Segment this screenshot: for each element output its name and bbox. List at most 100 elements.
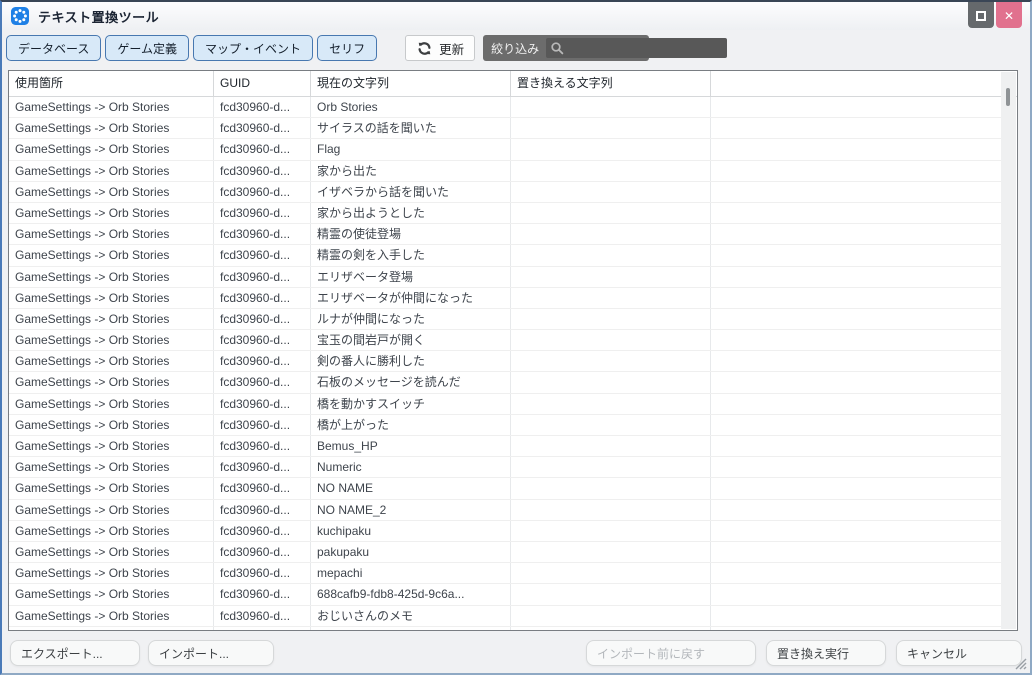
cell-guid[interactable]: fcd30960-d... — [214, 627, 311, 630]
table-row[interactable]: GameSettings -> Orb Storiesfcd30960-d...… — [9, 436, 1002, 457]
cell-current[interactable]: Shi — [311, 627, 511, 630]
cell-current[interactable]: Numeric — [311, 457, 511, 477]
cell-guid[interactable]: fcd30960-d... — [214, 139, 311, 159]
cell-guid[interactable]: fcd30960-d... — [214, 203, 311, 223]
table-row[interactable]: GameSettings -> Orb Storiesfcd30960-d...… — [9, 372, 1002, 393]
table-row[interactable]: GameSettings -> Orb Storiesfcd30960-d...… — [9, 309, 1002, 330]
cell-guid[interactable]: fcd30960-d... — [214, 542, 311, 562]
cell-current[interactable]: Orb Stories — [311, 97, 511, 117]
table-row[interactable]: GameSettings -> Orb Storiesfcd30960-d...… — [9, 478, 1002, 499]
table-row[interactable]: GameSettings -> Orb Storiesfcd30960-d...… — [9, 627, 1002, 630]
table-row[interactable]: GameSettings -> Orb Storiesfcd30960-d...… — [9, 182, 1002, 203]
cell-replacement[interactable] — [511, 118, 711, 138]
cell-guid[interactable]: fcd30960-d... — [214, 309, 311, 329]
table-row[interactable]: GameSettings -> Orb Storiesfcd30960-d...… — [9, 500, 1002, 521]
cell-current[interactable]: 家から出た — [311, 161, 511, 181]
cell-guid[interactable]: fcd30960-d... — [214, 267, 311, 287]
cell-current[interactable]: Flag — [311, 139, 511, 159]
vertical-scrollbar[interactable] — [1001, 72, 1016, 629]
column-header-usage[interactable]: 使用箇所 — [9, 71, 214, 96]
cell-current[interactable]: サイラスの話を聞いた — [311, 118, 511, 138]
refresh-button[interactable]: 更新 — [405, 35, 475, 61]
cell-guid[interactable]: fcd30960-d... — [214, 478, 311, 498]
import-button[interactable]: インポート... — [148, 640, 274, 666]
cell-current[interactable]: NO NAME_2 — [311, 500, 511, 520]
cell-guid[interactable]: fcd30960-d... — [214, 521, 311, 541]
table-row[interactable]: GameSettings -> Orb Storiesfcd30960-d...… — [9, 584, 1002, 605]
cell-replacement[interactable] — [511, 330, 711, 350]
column-header-replacement[interactable]: 置き換える文字列 — [511, 71, 711, 96]
cell-guid[interactable]: fcd30960-d... — [214, 457, 311, 477]
cell-usage[interactable]: GameSettings -> Orb Stories — [9, 351, 214, 371]
cell-usage[interactable]: GameSettings -> Orb Stories — [9, 182, 214, 202]
cell-replacement[interactable] — [511, 606, 711, 626]
resize-grip-icon[interactable] — [1012, 655, 1027, 670]
cell-current[interactable]: ルナが仲間になった — [311, 309, 511, 329]
tab-dialogue[interactable]: セリフ — [317, 35, 377, 61]
cell-current[interactable]: 家から出ようとした — [311, 203, 511, 223]
table-row[interactable]: GameSettings -> Orb Storiesfcd30960-d...… — [9, 203, 1002, 224]
cell-usage[interactable]: GameSettings -> Orb Stories — [9, 224, 214, 244]
cell-current[interactable]: 橋を動かすスイッチ — [311, 394, 511, 414]
cell-guid[interactable]: fcd30960-d... — [214, 330, 311, 350]
table-row[interactable]: GameSettings -> Orb Storiesfcd30960-d...… — [9, 161, 1002, 182]
cell-replacement[interactable] — [511, 436, 711, 456]
cell-usage[interactable]: GameSettings -> Orb Stories — [9, 478, 214, 498]
cell-usage[interactable]: GameSettings -> Orb Stories — [9, 521, 214, 541]
table-row[interactable]: GameSettings -> Orb Storiesfcd30960-d...… — [9, 415, 1002, 436]
cell-current[interactable]: 688cafb9-fdb8-425d-9c6a... — [311, 584, 511, 604]
cell-usage[interactable]: GameSettings -> Orb Stories — [9, 97, 214, 117]
cell-guid[interactable]: fcd30960-d... — [214, 500, 311, 520]
cell-guid[interactable]: fcd30960-d... — [214, 245, 311, 265]
cell-usage[interactable]: GameSettings -> Orb Stories — [9, 203, 214, 223]
close-button[interactable]: ✕ — [996, 2, 1022, 28]
cell-current[interactable]: おじいさんのメモ — [311, 606, 511, 626]
cell-replacement[interactable] — [511, 394, 711, 414]
column-header-current[interactable]: 現在の文字列 — [311, 71, 511, 96]
table-row[interactable]: GameSettings -> Orb Storiesfcd30960-d...… — [9, 118, 1002, 139]
cell-current[interactable]: 橋が上がった — [311, 415, 511, 435]
cell-replacement[interactable] — [511, 288, 711, 308]
table-row[interactable]: GameSettings -> Orb Storiesfcd30960-d...… — [9, 330, 1002, 351]
cell-usage[interactable]: GameSettings -> Orb Stories — [9, 584, 214, 604]
cell-replacement[interactable] — [511, 627, 711, 630]
cell-usage[interactable]: GameSettings -> Orb Stories — [9, 415, 214, 435]
cell-replacement[interactable] — [511, 372, 711, 392]
cell-replacement[interactable] — [511, 415, 711, 435]
cell-usage[interactable]: GameSettings -> Orb Stories — [9, 118, 214, 138]
cell-replacement[interactable] — [511, 584, 711, 604]
column-header-guid[interactable]: GUID — [214, 71, 311, 96]
cell-usage[interactable]: GameSettings -> Orb Stories — [9, 500, 214, 520]
cell-replacement[interactable] — [511, 245, 711, 265]
cell-guid[interactable]: fcd30960-d... — [214, 606, 311, 626]
cell-current[interactable]: エリザベータが仲間になった — [311, 288, 511, 308]
cell-usage[interactable]: GameSettings -> Orb Stories — [9, 288, 214, 308]
export-button[interactable]: エクスポート... — [10, 640, 140, 666]
table-row[interactable]: GameSettings -> Orb Storiesfcd30960-d...… — [9, 245, 1002, 266]
table-row[interactable]: GameSettings -> Orb Storiesfcd30960-d...… — [9, 521, 1002, 542]
cell-usage[interactable]: GameSettings -> Orb Stories — [9, 267, 214, 287]
cell-replacement[interactable] — [511, 351, 711, 371]
execute-replacement-button[interactable]: 置き換え実行 — [766, 640, 886, 666]
table-row[interactable]: GameSettings -> Orb Storiesfcd30960-d...… — [9, 267, 1002, 288]
cell-guid[interactable]: fcd30960-d... — [214, 224, 311, 244]
table-row[interactable]: GameSettings -> Orb Storiesfcd30960-d...… — [9, 97, 1002, 118]
table-row[interactable]: GameSettings -> Orb Storiesfcd30960-d...… — [9, 288, 1002, 309]
tab-game-definition[interactable]: ゲーム定義 — [105, 35, 189, 61]
cell-guid[interactable]: fcd30960-d... — [214, 161, 311, 181]
cell-current[interactable]: kuchipaku — [311, 521, 511, 541]
table-row[interactable]: GameSettings -> Orb Storiesfcd30960-d...… — [9, 139, 1002, 160]
cell-replacement[interactable] — [511, 457, 711, 477]
cell-replacement[interactable] — [511, 563, 711, 583]
cell-current[interactable]: Bemus_HP — [311, 436, 511, 456]
maximize-button[interactable] — [968, 2, 994, 28]
cell-current[interactable]: mepachi — [311, 563, 511, 583]
tab-map-event[interactable]: マップ・イベント — [193, 35, 313, 61]
cell-current[interactable]: 宝玉の間岩戸が開く — [311, 330, 511, 350]
cell-current[interactable]: エリザベータ登場 — [311, 267, 511, 287]
cell-replacement[interactable] — [511, 203, 711, 223]
cell-replacement[interactable] — [511, 309, 711, 329]
cell-current[interactable]: 石板のメッセージを読んだ — [311, 372, 511, 392]
cell-replacement[interactable] — [511, 500, 711, 520]
cell-guid[interactable]: fcd30960-d... — [214, 97, 311, 117]
